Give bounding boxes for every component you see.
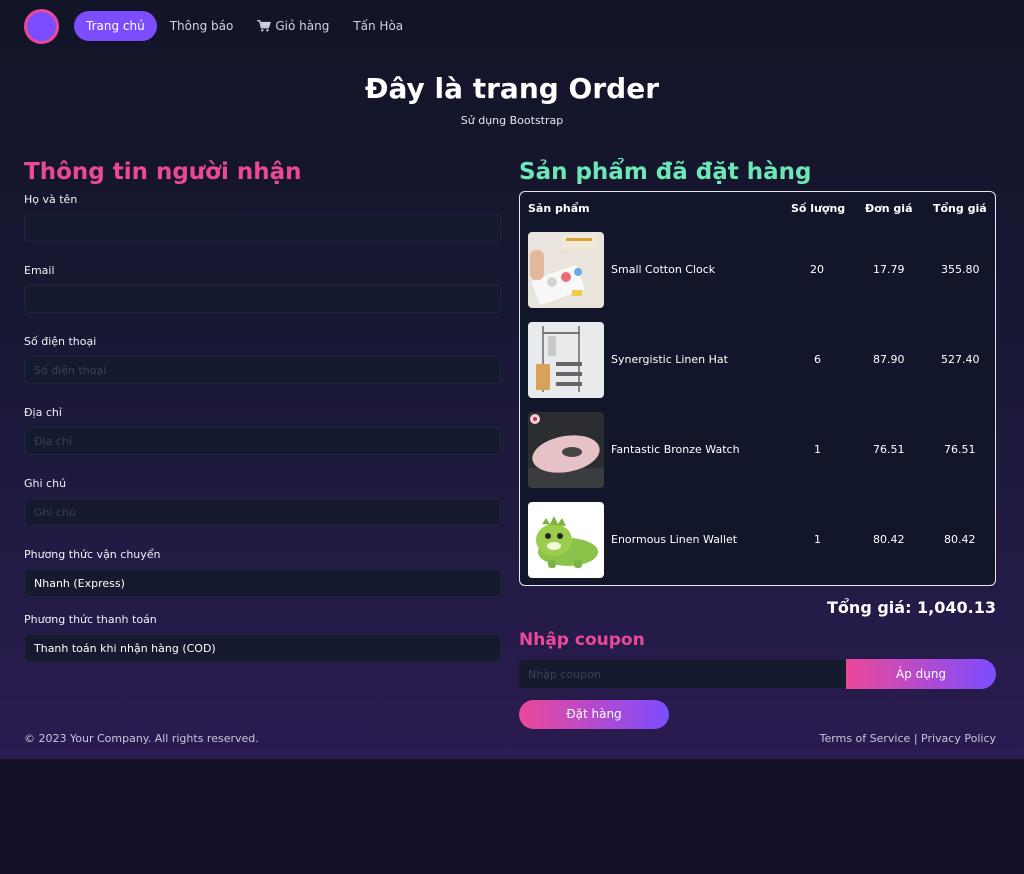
- shipping-label: Phương thức vận chuyển: [24, 548, 161, 561]
- page-subtitle: Sử dụng Bootstrap: [460, 114, 564, 127]
- phone-field[interactable]: [24, 356, 501, 384]
- nav-item-home[interactable]: Trang chủ: [74, 11, 157, 41]
- logo[interactable]: [24, 8, 59, 44]
- cart-icon: [257, 20, 272, 32]
- address-field[interactable]: [24, 427, 501, 455]
- order-summary: Sản phẩm đã đặt hàng Sản phẩm Số lượng Đ…: [519, 156, 996, 729]
- apply-coupon-button[interactable]: Áp dụng: [846, 659, 996, 689]
- name-field[interactable]: [24, 214, 501, 242]
- nav-item-label: Tấn Hòa: [353, 19, 404, 33]
- product-total: 76.51: [944, 443, 976, 456]
- table-row: Small Cotton Clock 20 17.79 355.80: [528, 232, 988, 308]
- note-label: Ghi chú: [24, 477, 67, 490]
- address-label: Địa chỉ: [24, 406, 62, 419]
- page: Trang chủ Thông báo Giỏ hàng Tấn Hòa Đây…: [0, 0, 1024, 759]
- payment-select[interactable]: Thanh toán khi nhận hàng (COD): [24, 634, 501, 662]
- product-name: Synergistic Linen Hat: [611, 353, 728, 366]
- payment-label: Phương thức thanh toán: [24, 613, 157, 626]
- coupon-input[interactable]: [519, 660, 847, 688]
- product-qty: 6: [814, 353, 821, 366]
- table-row: Enormous Linen Wallet 1 80.42 80.42: [528, 502, 988, 578]
- product-price: 76.51: [873, 443, 905, 456]
- product-price: 87.90: [873, 353, 905, 366]
- product-price: 17.79: [873, 263, 905, 276]
- order-title: Sản phẩm đã đặt hàng: [519, 159, 812, 185]
- col-header-price: Đơn giá: [865, 202, 913, 215]
- privacy-link[interactable]: Privacy Policy: [921, 732, 996, 745]
- table-row: Fantastic Bronze Watch 1 76.51 76.51: [528, 412, 988, 488]
- product-price: 80.42: [873, 533, 905, 546]
- terms-link[interactable]: Terms of Service: [820, 732, 911, 745]
- col-header-total: Tổng giá: [933, 202, 987, 215]
- footer-copyright: © 2023 Your Company. All rights reserved…: [24, 732, 259, 745]
- note-field[interactable]: [24, 498, 501, 526]
- shipping-selected-value: Nhanh (Express): [34, 577, 125, 590]
- product-image: [528, 412, 604, 488]
- product-image: [528, 322, 604, 398]
- grand-total: Tổng giá: 1,040.13: [827, 598, 996, 617]
- footer-separator: |: [913, 732, 918, 745]
- product-name: Enormous Linen Wallet: [611, 533, 738, 546]
- nav-item-label: Thông báo: [169, 19, 234, 33]
- nav-item-label: Trang chủ: [86, 19, 145, 33]
- place-order-button[interactable]: Đặt hàng: [519, 700, 669, 729]
- nav-item-user[interactable]: Tấn Hòa: [341, 11, 415, 41]
- product-image: [528, 232, 604, 308]
- nav-item-label: Giỏ hàng: [275, 19, 330, 33]
- product-qty: 20: [810, 263, 824, 276]
- nav-item-notifications[interactable]: Thông báo: [158, 11, 246, 41]
- product-name: Small Cotton Clock: [611, 263, 716, 276]
- name-label: Họ và tên: [24, 193, 78, 206]
- product-image: [528, 502, 604, 578]
- recipient-title: Thông tin người nhận: [24, 159, 302, 185]
- product-total: 355.80: [941, 263, 980, 276]
- footer-links: Terms of Service | Privacy Policy: [820, 732, 996, 745]
- col-header-qty: Số lượng: [791, 202, 846, 215]
- nav-item-cart[interactable]: Giỏ hàng: [245, 11, 341, 41]
- payment-selected-value: Thanh toán khi nhận hàng (COD): [34, 642, 216, 655]
- email-label: Email: [24, 264, 55, 277]
- product-qty: 1: [814, 443, 821, 456]
- email-field[interactable]: [24, 285, 501, 313]
- product-name: Fantastic Bronze Watch: [611, 443, 740, 456]
- product-qty: 1: [814, 533, 821, 546]
- order-table: Sản phẩm Số lượng Đơn giá Tổng giá Small…: [519, 191, 996, 586]
- shipping-select[interactable]: Nhanh (Express): [24, 569, 501, 597]
- phone-label: Số điện thoại: [24, 335, 97, 348]
- recipient-form: Thông tin người nhận Họ và tên Email Số …: [24, 156, 501, 662]
- navbar: Trang chủ Thông báo Giỏ hàng Tấn Hòa: [24, 8, 415, 44]
- product-total: 527.40: [941, 353, 980, 366]
- table-row: Synergistic Linen Hat 6 87.90 527.40: [528, 322, 988, 398]
- coupon-title: Nhập coupon: [519, 630, 645, 650]
- col-header-product: Sản phẩm: [528, 202, 590, 215]
- product-total: 80.42: [944, 533, 976, 546]
- page-title: Đây là trang Order: [365, 72, 659, 105]
